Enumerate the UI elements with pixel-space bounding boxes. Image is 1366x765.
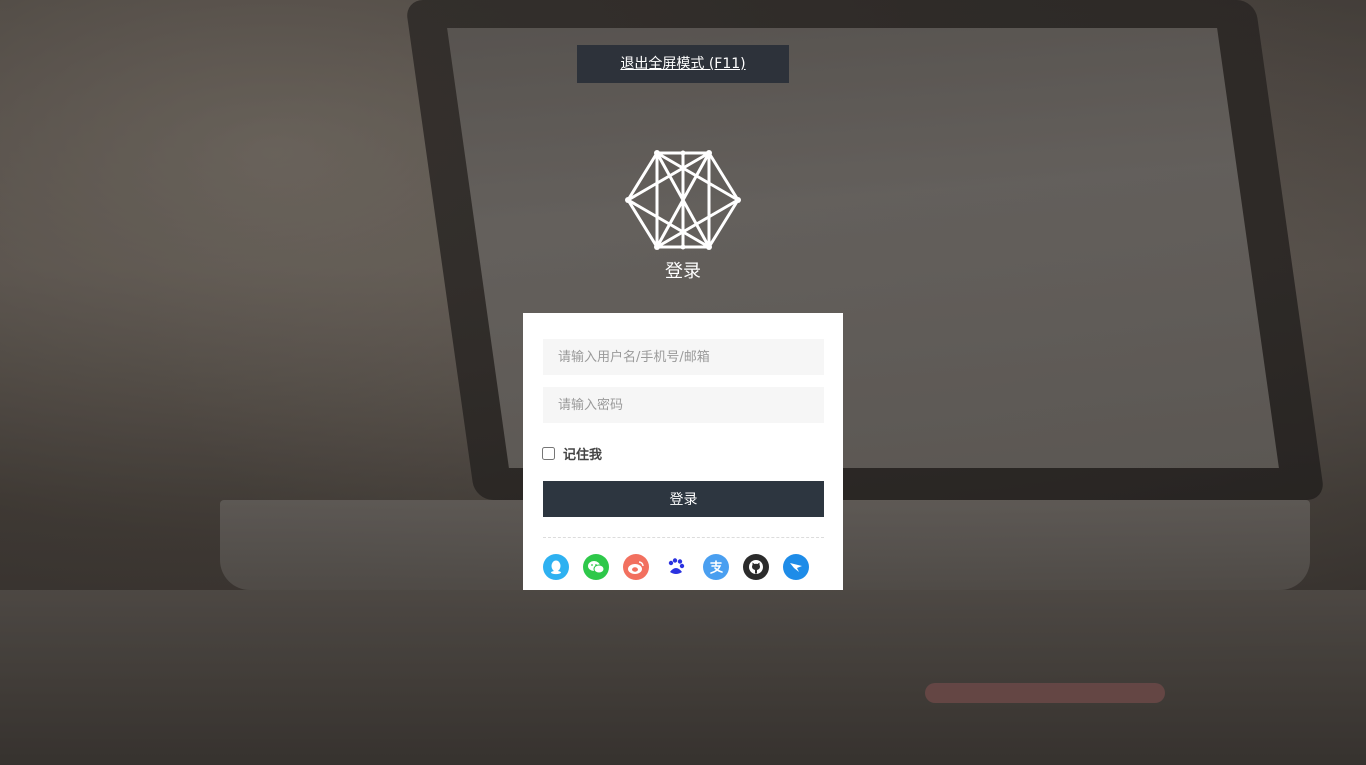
social-login-list xyxy=(543,554,823,580)
wechat-icon[interactable] xyxy=(583,554,609,580)
alipay-icon[interactable] xyxy=(703,554,729,580)
login-panel: 记住我 登录 xyxy=(523,313,843,590)
exit-fullscreen-button[interactable]: 退出全屏模式 (F11) xyxy=(577,45,789,83)
username-input[interactable] xyxy=(543,339,824,375)
login-button[interactable]: 登录 xyxy=(543,481,824,517)
divider xyxy=(543,537,824,538)
dingtalk-icon[interactable] xyxy=(783,554,809,580)
logo-hexagon-icon xyxy=(625,150,741,250)
remember-me[interactable]: 记住我 xyxy=(542,444,602,463)
password-input[interactable] xyxy=(543,387,824,423)
github-icon[interactable] xyxy=(743,554,769,580)
weibo-icon[interactable] xyxy=(623,554,649,580)
page-title: 登录 xyxy=(665,261,701,282)
baidu-icon[interactable] xyxy=(663,554,689,580)
qq-icon[interactable] xyxy=(543,554,569,580)
remember-me-checkbox[interactable] xyxy=(542,447,555,460)
remember-me-label: 记住我 xyxy=(563,448,603,463)
